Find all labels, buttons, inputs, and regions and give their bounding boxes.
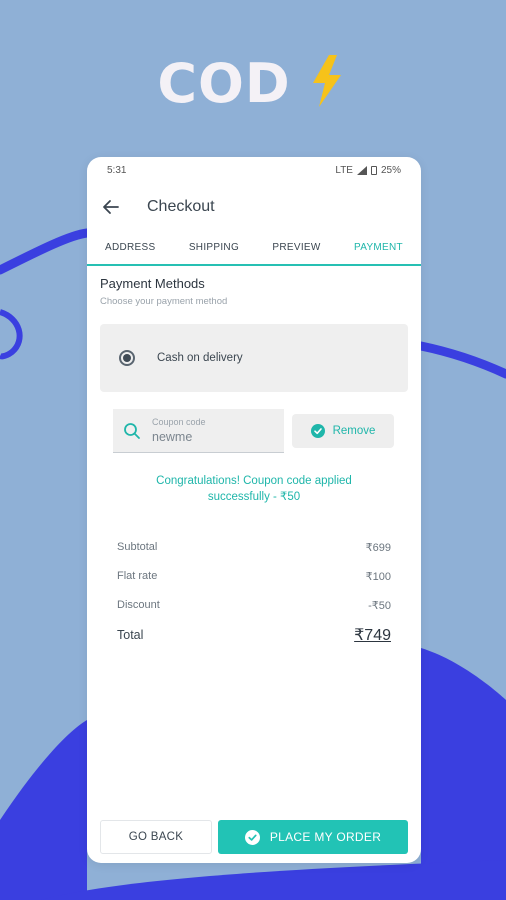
radio-selected-icon[interactable] xyxy=(119,350,135,366)
order-summary: Subtotal ₹699 Flat rate ₹100 Discount -₹… xyxy=(117,541,391,657)
section-title: Payment Methods xyxy=(100,276,205,291)
network-label: LTE xyxy=(335,164,353,176)
summary-value: ₹699 xyxy=(365,542,391,554)
total-label: Total xyxy=(117,628,144,642)
tab-shipping[interactable]: SHIPPING xyxy=(189,242,239,253)
coupon-value: newme xyxy=(152,430,193,444)
headline-text: COD xyxy=(157,52,291,115)
tab-payment[interactable]: PAYMENT xyxy=(354,242,403,253)
checkout-steps: ADDRESS SHIPPING PREVIEW PAYMENT xyxy=(87,231,421,266)
remove-label: Remove xyxy=(332,425,376,437)
coupon-input[interactable]: Coupon code newme xyxy=(113,409,284,453)
place-order-button[interactable]: PLACE MY ORDER xyxy=(218,820,408,854)
total-value: ₹749 xyxy=(354,627,391,644)
section-subtitle: Choose your payment method xyxy=(100,296,228,307)
summary-row-subtotal: Subtotal ₹699 xyxy=(117,541,391,570)
coupon-row: Coupon code newme Remove xyxy=(113,409,421,453)
arrow-left-icon[interactable] xyxy=(101,197,121,217)
summary-value: ₹100 xyxy=(365,571,391,583)
place-order-label: PLACE MY ORDER xyxy=(269,830,382,844)
coupon-success-message: Congratulations! Coupon code applied suc… xyxy=(156,475,352,503)
verified-check-icon xyxy=(310,424,325,438)
status-time: 5:31 xyxy=(107,164,127,176)
summary-value: -₹50 xyxy=(368,600,391,612)
payment-methods-section: Payment Methods Choose your payment meth… xyxy=(87,266,421,307)
status-indicators: LTE 25% xyxy=(335,165,401,176)
tab-preview[interactable]: PREVIEW xyxy=(272,242,320,253)
battery-icon xyxy=(370,165,377,175)
remove-coupon-button[interactable]: Remove xyxy=(292,414,394,448)
app-bar: Checkout xyxy=(87,183,421,231)
check-circle-icon xyxy=(244,829,260,845)
phone-screen: 5:31 LTE 25% Checkout ADDRESS SHIPPING P… xyxy=(87,157,421,863)
summary-row-total: Total ₹749 xyxy=(117,627,391,657)
summary-label: Subtotal xyxy=(117,541,158,553)
go-back-button[interactable]: GO BACK xyxy=(100,820,212,854)
tab-address[interactable]: ADDRESS xyxy=(105,242,155,253)
payment-method-cod[interactable]: Cash on delivery xyxy=(100,324,408,392)
coupon-label: Coupon code xyxy=(152,417,206,427)
summary-label: Flat rate xyxy=(117,570,158,582)
headline: COD xyxy=(0,52,506,115)
page-title: Checkout xyxy=(147,198,215,215)
search-icon xyxy=(124,422,140,439)
battery-level: 25% xyxy=(380,164,401,176)
bottom-action-bar: GO BACK PLACE MY ORDER xyxy=(100,820,408,854)
status-bar: 5:31 LTE 25% xyxy=(87,157,421,183)
summary-row-discount: Discount -₹50 xyxy=(117,599,391,628)
summary-row-flat-rate: Flat rate ₹100 xyxy=(117,570,391,599)
payment-method-label: Cash on delivery xyxy=(157,352,243,364)
lightning-bolt-icon xyxy=(312,54,341,107)
summary-label: Discount xyxy=(117,599,160,611)
signal-icon xyxy=(356,165,367,175)
